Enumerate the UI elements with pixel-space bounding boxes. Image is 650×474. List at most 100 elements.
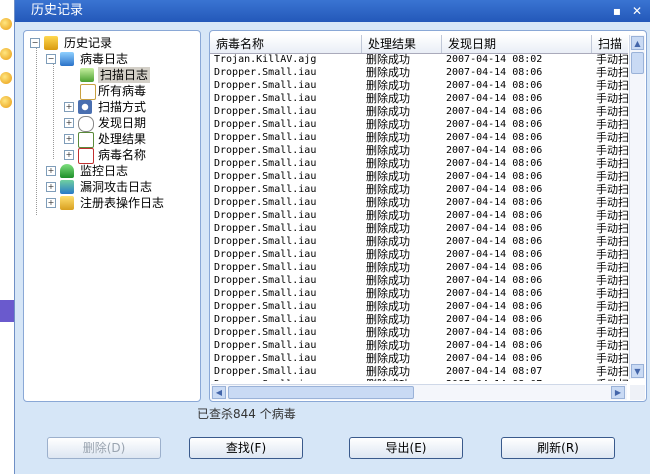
resize-grip-icon[interactable]: [630, 385, 645, 400]
result-cell: 删除成功: [366, 196, 410, 209]
log-tree: − 历史记录 − 病毒日志 扫描日志 所有病毒 + 扫描方式 + 发现日期 + …: [23, 30, 201, 402]
result-cell: 删除成功: [366, 248, 410, 261]
found-date-cell: 2007-04-14 08:06: [446, 67, 543, 78]
expand-toggle[interactable]: +: [64, 150, 74, 160]
result-cell: 删除成功: [366, 326, 410, 339]
table-row[interactable]: Dropper.Small.iau删除成功2007-04-14 08:07手动扫…: [210, 378, 628, 381]
table-row[interactable]: Dropper.Small.iau 删除成功 2007-04-14 08:06 手动扫…: [210, 313, 628, 326]
scan-method-cell: 手动扫描: [596, 105, 628, 118]
table-row[interactable]: Dropper.Small.iau 删除成功 2007-04-14 08:06 手动扫…: [210, 287, 628, 300]
table-row[interactable]: Dropper.Small.iau 删除成功 2007-04-14 08:06 手动扫…: [210, 118, 628, 131]
found-date-cell: 2007-04-14 08:06: [446, 249, 543, 260]
found-date-cell: 2007-04-14 08:06: [446, 301, 543, 312]
expand-toggle[interactable]: +: [64, 118, 74, 128]
background-banner: [0, 300, 14, 322]
registry-icon: [60, 196, 74, 210]
result-cell: 删除成功: [366, 79, 410, 92]
virus-name-cell: Dropper.Small.iau: [214, 132, 317, 143]
scan-method-cell: 手动扫描: [596, 378, 628, 381]
refresh-button[interactable]: 刷新(R): [501, 437, 615, 459]
scan-method-cell: 手动扫描: [596, 300, 628, 313]
found-date-cell: 2007-04-14 08:06: [446, 275, 543, 286]
result-cell: 删除成功: [366, 274, 410, 287]
scan-method-cell: 手动扫描: [596, 352, 628, 365]
result-cell: 删除成功: [366, 235, 410, 248]
scroll-down-icon[interactable]: ▼: [631, 364, 644, 378]
column-header-scan-method[interactable]: 扫描方式: [592, 35, 632, 53]
expand-toggle[interactable]: +: [64, 102, 74, 112]
result-cell: 删除成功: [366, 339, 410, 352]
table-row[interactable]: Dropper.Small.iau 删除成功 2007-04-14 08:06 手动扫…: [210, 157, 628, 170]
umbrella-icon: [60, 164, 74, 178]
table-row[interactable]: Dropper.Small.iau 删除成功 2007-04-14 08:06 手动扫…: [210, 248, 628, 261]
column-header-found-date[interactable]: 发现日期: [442, 35, 592, 53]
scroll-left-icon[interactable]: ◀: [212, 386, 226, 399]
table-row[interactable]: Dropper.Small.iau 删除成功 2007-04-14 08:06 手动扫…: [210, 105, 628, 118]
expand-toggle[interactable]: +: [46, 166, 56, 176]
collapse-toggle[interactable]: −: [46, 54, 56, 64]
result-cell: 删除成功: [366, 131, 410, 144]
virus-log-list: 病毒名称 处理结果 发现日期 扫描方式 Trojan.KillAV.ajg 删除成…: [209, 30, 647, 402]
virus-name-cell: Dropper.Small.iau: [214, 366, 317, 377]
found-date-cell: 2007-04-14 08:06: [446, 197, 543, 208]
table-row[interactable]: Dropper.Small.iau 删除成功 2007-04-14 08:06 手动扫…: [210, 79, 628, 92]
close-icon[interactable]: ✕: [630, 4, 644, 18]
table-row[interactable]: Dropper.Small.iau 删除成功 2007-04-14 08:06 手动扫…: [210, 261, 628, 274]
export-button[interactable]: 导出(E): [349, 437, 463, 459]
table-row[interactable]: Dropper.Small.iau 删除成功 2007-04-14 08:07手动扫…: [210, 365, 628, 378]
found-date-cell: 2007-04-14 08:06: [446, 145, 543, 156]
virus-name-cell: Dropper.Small.iau: [214, 223, 317, 234]
table-row[interactable]: Dropper.Small.iau 删除成功 2007-04-14 08:06 手动扫…: [210, 92, 628, 105]
horizontal-scroll-thumb[interactable]: [228, 386, 414, 399]
virus-name-cell: Dropper.Small.iau: [214, 262, 317, 273]
expand-toggle[interactable]: +: [46, 198, 56, 208]
expand-toggle[interactable]: +: [46, 182, 56, 192]
find-button[interactable]: 查找(F): [189, 437, 303, 459]
table-row[interactable]: Dropper.Small.iau 删除成功 2007-04-14 08:06 手动扫…: [210, 66, 628, 79]
minimize-icon[interactable]: ▪: [610, 4, 624, 18]
table-row[interactable]: Dropper.Small.iau 删除成功 2007-04-14 08:06 手动扫…: [210, 131, 628, 144]
collapse-toggle[interactable]: −: [30, 38, 40, 48]
result-cell: 删除成功: [366, 352, 410, 365]
table-row[interactable]: Dropper.Small.iau 删除成功 2007-04-14 08:06 手动扫…: [210, 352, 628, 365]
table-row[interactable]: Dropper.Small.iau 删除成功 2007-04-14 08:06 手动扫…: [210, 222, 628, 235]
table-row[interactable]: Dropper.Small.iau 删除成功 2007-04-14 08:06 手动扫…: [210, 326, 628, 339]
found-date-cell: 2007-04-14 08:07: [446, 378, 594, 381]
result-cell: 删除成功: [366, 170, 410, 183]
found-date-cell: 2007-04-14 08:06: [446, 327, 543, 338]
found-date-cell: 2007-04-14 08:06: [446, 288, 543, 299]
table-row[interactable]: Dropper.Small.iau 删除成功 2007-04-14 08:06 手动扫…: [210, 209, 628, 222]
virus-name-cell: Dropper.Small.iau: [214, 327, 317, 338]
table-row[interactable]: Dropper.Small.iau 删除成功 2007-04-14 08:06 手动扫…: [210, 300, 628, 313]
scroll-up-icon[interactable]: ▲: [631, 36, 644, 50]
horizontal-scrollbar[interactable]: ◀ ▶: [211, 384, 627, 400]
virus-name-cell: Dropper.Small.iau: [214, 119, 317, 130]
table-row[interactable]: Trojan.KillAV.ajg 删除成功 2007-04-14 08:02 手动扫…: [210, 53, 628, 66]
tree-label: 所有病毒: [98, 84, 147, 98]
table-row[interactable]: Dropper.Small.iau 删除成功 2007-04-14 08:06 手动扫…: [210, 339, 628, 352]
found-date-cell: 2007-04-14 08:06: [446, 314, 543, 325]
found-date-cell: 2007-04-14 08:06: [446, 106, 543, 117]
column-header-result[interactable]: 处理结果: [362, 35, 442, 53]
window-title: 历史记录: [31, 3, 84, 18]
scan-method-cell: 手动扫描: [596, 326, 628, 339]
virus-name-cell: Dropper.Small.iau: [214, 171, 317, 182]
result-cell: 删除成功: [366, 378, 442, 381]
vertical-scrollbar[interactable]: ▲ ▼: [629, 35, 645, 379]
expand-toggle[interactable]: +: [64, 134, 74, 144]
table-row[interactable]: Dropper.Small.iau 删除成功 2007-04-14 08:06 手动扫…: [210, 170, 628, 183]
table-row[interactable]: Dropper.Small.iau 删除成功 2007-04-14 08:06 手动扫…: [210, 183, 628, 196]
table-row[interactable]: Dropper.Small.iau 删除成功 2007-04-14 08:06 手动扫…: [210, 196, 628, 209]
scan-method-cell: 手动扫描: [596, 79, 628, 92]
table-row[interactable]: Dropper.Small.iau 删除成功 2007-04-14 08:06 手动扫…: [210, 235, 628, 248]
table-row[interactable]: Dropper.Small.iau 删除成功 2007-04-14 08:06 手动扫…: [210, 274, 628, 287]
column-header-virus-name[interactable]: 病毒名称: [210, 35, 362, 53]
result-cell: 删除成功: [366, 53, 410, 66]
scroll-right-icon[interactable]: ▶: [611, 386, 625, 399]
table-row[interactable]: Dropper.Small.iau 删除成功 2007-04-14 08:06 手动扫…: [210, 144, 628, 157]
delete-button[interactable]: 删除(D): [47, 437, 161, 459]
vertical-scroll-thumb[interactable]: [631, 52, 644, 74]
list-header: 病毒名称 处理结果 发现日期 扫描方式: [210, 35, 632, 54]
background-app-icon: [0, 96, 12, 108]
virus-file-icon: [78, 148, 94, 164]
